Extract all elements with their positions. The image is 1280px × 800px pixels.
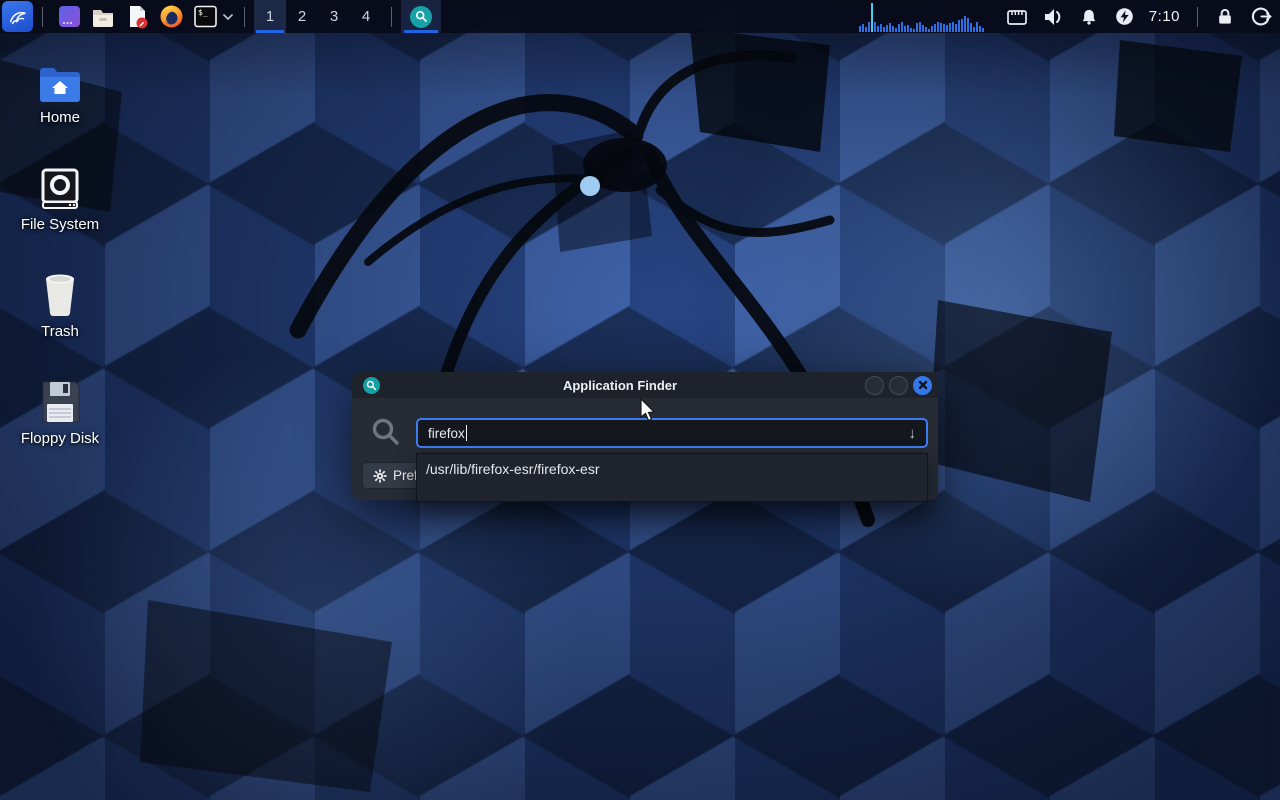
terminal-icon[interactable]: $_ bbox=[190, 1, 220, 32]
file-system-icon bbox=[12, 164, 108, 210]
power-manager-icon[interactable] bbox=[1113, 5, 1137, 29]
panel-separator bbox=[1197, 7, 1198, 27]
volume-icon[interactable] bbox=[1041, 5, 1065, 29]
minimize-button[interactable] bbox=[865, 376, 884, 395]
cpu-bar bbox=[916, 23, 918, 32]
cpu-bar bbox=[913, 29, 915, 32]
workspace-button-1[interactable]: 1 bbox=[254, 0, 286, 33]
workspace-switcher: 1234 bbox=[254, 0, 382, 33]
cpu-bar bbox=[982, 28, 984, 32]
panel-separator bbox=[391, 7, 392, 27]
cpu-bar bbox=[931, 26, 933, 32]
cpu-graph[interactable] bbox=[859, 1, 987, 32]
cpu-bar bbox=[883, 27, 885, 32]
cpu-bar bbox=[964, 16, 966, 32]
cpu-bar bbox=[895, 28, 897, 32]
gear-icon bbox=[373, 469, 387, 483]
cpu-bar bbox=[940, 23, 942, 32]
panel-separator bbox=[244, 7, 245, 27]
desktop-icon-trash[interactable]: Trash bbox=[12, 271, 108, 340]
cpu-bar bbox=[955, 24, 957, 32]
app-window-icon[interactable] bbox=[54, 1, 84, 32]
cpu-bar bbox=[859, 26, 861, 32]
workspace-button-3[interactable]: 3 bbox=[318, 0, 350, 33]
cpu-bar bbox=[970, 23, 972, 32]
search-icon bbox=[370, 416, 402, 453]
cpu-bar bbox=[892, 26, 894, 32]
file-manager-icon[interactable] bbox=[88, 1, 118, 32]
cpu-bar bbox=[871, 3, 873, 32]
text-editor-icon[interactable] bbox=[122, 1, 152, 32]
cpu-bar bbox=[967, 18, 969, 32]
cpu-bar bbox=[973, 27, 975, 32]
cpu-bar bbox=[889, 23, 891, 32]
cpu-bar bbox=[874, 22, 876, 32]
cpu-bar bbox=[877, 26, 879, 32]
clock[interactable]: 7:10 bbox=[1149, 8, 1180, 25]
window-title: Application Finder bbox=[380, 378, 860, 393]
chevron-down-icon[interactable] bbox=[222, 13, 234, 21]
cpu-bar bbox=[946, 25, 948, 32]
completion-popup: /usr/lib/firefox-esr/firefox-esr bbox=[416, 453, 928, 502]
notifications-icon[interactable] bbox=[1077, 5, 1101, 29]
network-icon[interactable] bbox=[1005, 5, 1029, 29]
cpu-bar bbox=[865, 27, 867, 32]
desktop-icon-floppy-disk[interactable]: Floppy Disk bbox=[12, 378, 108, 447]
cpu-bar bbox=[886, 25, 888, 32]
terminal-prompt-glyph: $_ bbox=[198, 8, 208, 17]
floppy-disk-icon bbox=[12, 378, 108, 424]
workspace-button-2[interactable]: 2 bbox=[286, 0, 318, 33]
close-button[interactable] bbox=[913, 376, 932, 395]
lock-icon[interactable] bbox=[1212, 4, 1238, 30]
cpu-bar bbox=[952, 22, 954, 32]
firefox-icon[interactable] bbox=[156, 1, 186, 32]
search-input-value: firefox bbox=[428, 426, 465, 441]
cpu-bar bbox=[943, 24, 945, 32]
logout-icon[interactable] bbox=[1248, 4, 1274, 30]
cpu-bar bbox=[910, 28, 912, 32]
appfinder-icon bbox=[363, 377, 380, 394]
cpu-bar bbox=[898, 24, 900, 32]
home-folder-icon bbox=[12, 57, 108, 103]
top-panel: $_ 1234 bbox=[0, 0, 1280, 33]
desktop-icon-file-system[interactable]: File System bbox=[12, 164, 108, 233]
cpu-bar bbox=[862, 24, 864, 32]
cpu-bar bbox=[961, 19, 963, 32]
cpu-bar bbox=[949, 23, 951, 32]
cpu-bar bbox=[868, 22, 870, 32]
cpu-bar bbox=[937, 22, 939, 32]
taskbar-appfinder-button[interactable] bbox=[401, 0, 441, 33]
desktop-icon-home[interactable]: Home bbox=[12, 57, 108, 126]
trash-icon bbox=[12, 271, 108, 317]
cpu-bar bbox=[919, 22, 921, 32]
cpu-bar bbox=[922, 25, 924, 32]
titlebar[interactable]: Application Finder bbox=[352, 372, 938, 398]
panel-separator bbox=[42, 7, 43, 27]
dropdown-arrow-icon[interactable]: ↓ bbox=[909, 425, 917, 442]
search-input[interactable]: firefox ↓ bbox=[416, 418, 928, 448]
appfinder-task-icon bbox=[410, 6, 432, 28]
cpu-bar bbox=[976, 22, 978, 32]
text-cursor bbox=[466, 425, 468, 441]
desktop-icon-label: File System bbox=[12, 216, 108, 233]
cpu-bar bbox=[925, 27, 927, 32]
cpu-bar bbox=[901, 22, 903, 32]
desktop-icon-label: Trash bbox=[12, 323, 108, 340]
cpu-bar bbox=[958, 20, 960, 32]
desktop-icon-label: Home bbox=[12, 109, 108, 126]
cpu-bar bbox=[880, 24, 882, 32]
maximize-button[interactable] bbox=[889, 376, 908, 395]
cpu-bar bbox=[979, 26, 981, 32]
cpu-bar bbox=[904, 26, 906, 32]
cpu-bar bbox=[928, 29, 930, 32]
kali-menu-icon[interactable] bbox=[2, 1, 33, 32]
completion-result[interactable]: /usr/lib/firefox-esr/firefox-esr bbox=[426, 461, 918, 477]
cpu-bar bbox=[934, 24, 936, 32]
desktop-icon-label: Floppy Disk bbox=[12, 430, 108, 447]
cpu-bar bbox=[907, 25, 909, 32]
workspace-button-4[interactable]: 4 bbox=[350, 0, 382, 33]
